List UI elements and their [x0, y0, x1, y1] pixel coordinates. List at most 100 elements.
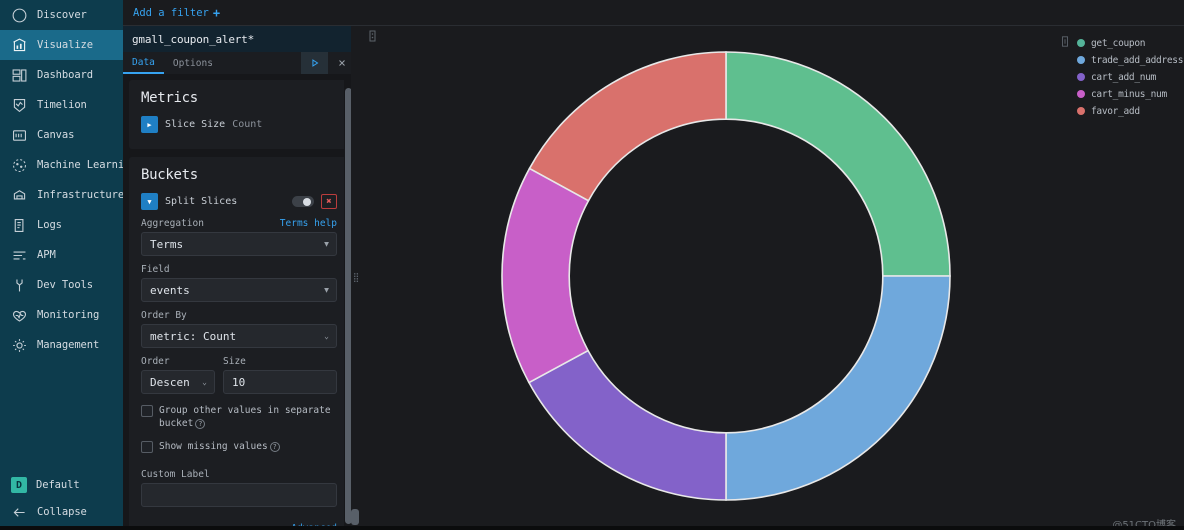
aggregation-select[interactable]: Terms ▼ [141, 232, 337, 256]
legend-label: favor_add [1091, 105, 1140, 117]
group-other-checkbox[interactable] [141, 405, 153, 417]
gear-icon [11, 337, 28, 354]
sidebar-item-dev-tools[interactable]: Dev Tools [0, 270, 123, 300]
legend-color-swatch [1077, 39, 1085, 47]
show-missing-checkbox[interactable] [141, 441, 153, 453]
custom-label-input[interactable] [141, 483, 337, 507]
order-by-label: Order By [141, 310, 187, 321]
metric-slice-size-row[interactable]: ▶ Slice Size Count [141, 116, 337, 133]
donut-slice[interactable] [527, 349, 727, 501]
filter-bar: Add a filter + [123, 0, 1184, 26]
donut-chart-svg[interactable] [360, 26, 1060, 508]
legend-item[interactable]: favor_add [1059, 104, 1181, 118]
add-filter-link[interactable]: Add a filter [133, 7, 209, 19]
sidebar-item-label: APM [37, 249, 56, 261]
sidebar-item-label: Timelion [37, 99, 87, 111]
sidebar-item-label: Dashboard [37, 69, 93, 81]
wrench-icon [11, 277, 28, 294]
buckets-heading: Buckets [141, 167, 198, 183]
order-label: Order [141, 356, 170, 367]
legend-item[interactable]: cart_minus_num [1059, 87, 1181, 101]
group-other-values-row[interactable]: Group other values in separate bucket? [141, 404, 337, 430]
group-other-label: Group other values in separate bucket? [159, 405, 331, 429]
sidebar-item-discover[interactable]: Discover [0, 0, 123, 30]
legend-item[interactable]: get_coupon [1059, 36, 1181, 50]
arrow-left-icon [11, 504, 28, 521]
machine-learning-icon [11, 157, 28, 174]
panel-splitter[interactable]: ⣿ [351, 26, 360, 530]
donut-slice[interactable] [725, 51, 951, 277]
dashboard-icon [11, 67, 28, 84]
legend-collapse-icon[interactable] [1059, 36, 1071, 50]
metrics-heading: Metrics [141, 90, 198, 106]
plus-icon[interactable]: + [213, 6, 220, 20]
sidebar-item-visualize[interactable]: Visualize [0, 30, 123, 60]
aggregation-label-row: Aggregation Terms help [141, 218, 337, 229]
legend-item[interactable]: trade_add_address [1059, 53, 1183, 67]
index-pattern-title: gmall_coupon_alert* [123, 26, 355, 52]
chevron-down-icon: ⌄ [202, 377, 207, 387]
donut-chart [360, 26, 1060, 508]
horizontal-scrollbar-thumb[interactable] [351, 509, 359, 525]
field-label: Field [141, 264, 170, 275]
sidebar-item-label: Canvas [37, 129, 75, 141]
infrastructure-icon [11, 187, 28, 204]
tab-options[interactable]: Options [164, 52, 222, 74]
sidebar-item-logs[interactable]: Logs [0, 210, 123, 240]
sidebar-item-label: Infrastructure [37, 189, 125, 201]
sidebar-item-label: Dev Tools [37, 279, 93, 291]
bucket-row-actions: ✖ [292, 194, 337, 209]
chart-legend: get_coupon trade_add_address cart_add_nu… [1059, 36, 1183, 118]
tab-data[interactable]: Data [123, 52, 164, 74]
logs-icon [11, 217, 28, 234]
editor-tabs: Data Options [123, 52, 355, 74]
donut-slice[interactable] [528, 51, 727, 202]
sidebar-item-apm[interactable]: APM [0, 240, 123, 270]
sidebar-item-management[interactable]: Management [0, 330, 123, 360]
sidebar-item-machine-learning[interactable]: Machine Learni… [0, 150, 130, 180]
remove-bucket-button[interactable]: ✖ [321, 194, 337, 209]
aggregation-label: Aggregation [141, 218, 204, 229]
sidebar-item-label: Discover [37, 9, 87, 21]
order-select[interactable]: Descen ⌄ [141, 370, 215, 394]
order-size-inputs: Descen ⌄ 10 [141, 370, 337, 394]
space-avatar: D [11, 477, 27, 493]
sidebar-item-timelion[interactable]: Timelion [0, 90, 123, 120]
bucket-split-slices-row[interactable]: ▼ Split Slices ✖ [141, 193, 337, 210]
donut-slice[interactable] [725, 275, 951, 501]
toggle-on-icon[interactable] [292, 196, 314, 207]
question-mark-icon[interactable]: ? [269, 441, 280, 452]
sidebar-item-canvas[interactable]: Canvas [0, 120, 123, 150]
chevron-down-icon: ▼ [324, 285, 329, 295]
sidebar-item-monitoring[interactable]: Monitoring [0, 300, 123, 330]
legend-item[interactable]: cart_add_num [1059, 70, 1181, 84]
sidebar-item-infrastructure[interactable]: Infrastructure [0, 180, 125, 210]
caret-right-icon[interactable]: ▶ [141, 116, 158, 133]
legend-color-swatch [1077, 90, 1085, 98]
question-mark-icon[interactable]: ? [195, 418, 206, 429]
field-select[interactable]: events ▼ [141, 278, 337, 302]
size-value: 10 [232, 375, 246, 389]
legend-color-swatch [1077, 56, 1085, 64]
order-by-select[interactable]: metric: Count ⌄ [141, 324, 337, 348]
terms-help-link[interactable]: Terms help [280, 218, 337, 229]
legend-label: cart_add_num [1091, 71, 1157, 83]
size-input[interactable]: 10 [223, 370, 337, 394]
metric-value: Count [232, 119, 263, 130]
show-missing-values-row[interactable]: Show missing values? [141, 440, 337, 453]
horizontal-scrollbar[interactable] [351, 508, 360, 526]
sidebar-item-label: Machine Learni… [37, 159, 131, 171]
sidebar-item-dashboard[interactable]: Dashboard [0, 60, 123, 90]
bar-chart-icon [11, 37, 28, 54]
buckets-card: Buckets ▼ Split Slices ✖ Aggregation Ter… [129, 157, 349, 530]
donut-slice[interactable] [501, 167, 590, 384]
play-icon [311, 59, 318, 67]
caret-down-icon[interactable]: ▼ [141, 193, 158, 210]
space-selector-default[interactable]: D Default [0, 470, 123, 500]
legend-color-swatch [1077, 107, 1085, 115]
apply-changes-button[interactable] [301, 52, 328, 74]
drag-handle-icon[interactable]: ⣿ [353, 273, 360, 283]
field-value: events [150, 283, 190, 297]
order-size-labels: Order Size [141, 348, 337, 370]
